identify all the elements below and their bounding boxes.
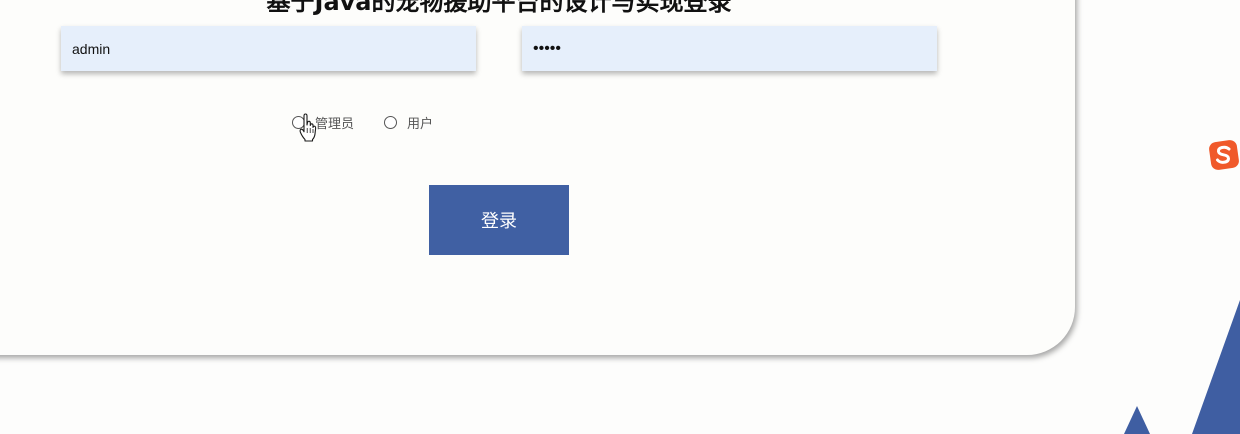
- role-label-admin: 管理员: [315, 117, 355, 132]
- hand-pointer-icon: [299, 113, 317, 142]
- login-card: 基于Java的宠物援助平台的设计与实现登录 管理员 用户 登录: [0, 0, 1075, 355]
- sogou-input-icon[interactable]: [1208, 139, 1240, 171]
- background-triangle-small: [1124, 406, 1150, 434]
- role-label-user: 用户: [407, 117, 434, 132]
- password-field[interactable]: [522, 26, 937, 71]
- page-title: 基于Java的宠物援助平台的设计与实现登录: [266, 0, 732, 16]
- role-option-user[interactable]: 用户: [384, 113, 433, 132]
- user-radio[interactable]: [384, 116, 398, 129]
- background-triangle-large: [1192, 300, 1240, 434]
- login-button[interactable]: 登录: [429, 185, 569, 255]
- login-page: 基于Java的宠物援助平台的设计与实现登录 管理员 用户 登录: [0, 0, 1240, 434]
- username-field[interactable]: [61, 26, 476, 71]
